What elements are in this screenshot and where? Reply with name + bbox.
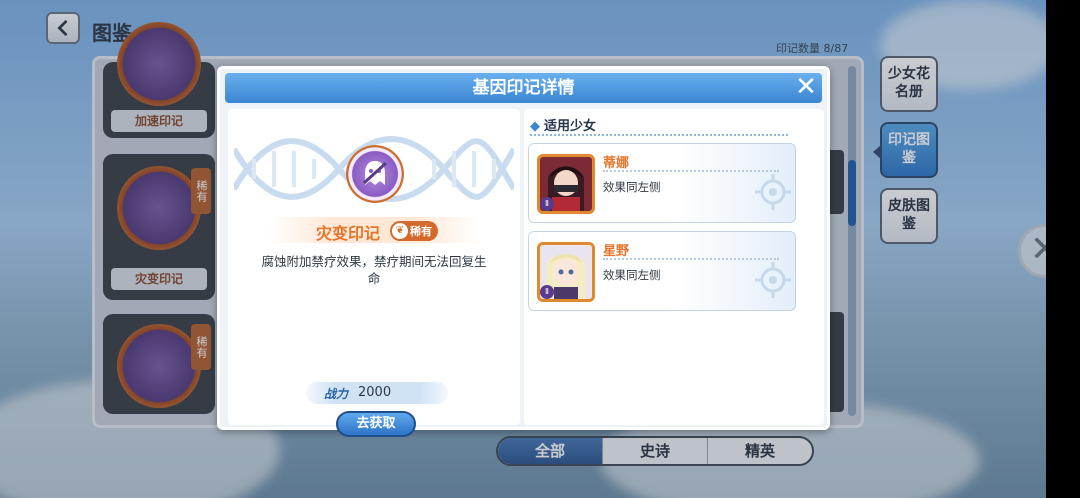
girl-card[interactable]: Ⅱ 蒂娜 效果同左侧 [528, 143, 796, 223]
applicable-girls-pane: ◆ 适用少女 Ⅱ 蒂娜 效果同左侧 Ⅱ 星野 效果同左侧 [524, 109, 824, 425]
mark-description: 腐蚀附加禁疗效果，禁疗期间无法回复生命 [261, 254, 487, 286]
rarity-label: 稀有 [410, 225, 432, 238]
power-value: 2000 [358, 385, 392, 400]
power-label: 战力 [324, 387, 349, 401]
girl-portrait: Ⅱ [537, 242, 595, 302]
girl-effect: 效果同左侧 [603, 180, 661, 194]
gear-deco-icon [755, 262, 791, 298]
level-badge: Ⅱ [540, 197, 554, 211]
girl-name: 星野 [603, 244, 630, 259]
section-title: ◆ 适用少女 [530, 119, 597, 134]
leaf-icon: ❦ [392, 223, 408, 239]
gene-mark-detail-dialog: 基因印记详情 ✕ 灾变印记 ❦ 稀有 腐蚀附加禁疗效果，禁疗期间无法回复生命 战… [217, 66, 830, 437]
diamond-icon: ◆ [530, 119, 540, 134]
gear-deco-icon [755, 174, 791, 210]
mark-name: 灾变印记 [316, 224, 381, 243]
divider [530, 134, 788, 136]
level-badge: Ⅱ [540, 285, 554, 299]
girl-effect: 效果同左侧 [603, 268, 661, 282]
girl-card[interactable]: Ⅱ 星野 效果同左侧 [528, 231, 796, 311]
mark-info-pane: 灾变印记 ❦ 稀有 腐蚀附加禁疗效果，禁疗期间无法回复生命 战力 2000 去获… [228, 109, 520, 437]
obtain-button[interactable]: 去获取 [336, 411, 416, 437]
close-icon[interactable]: ✕ [794, 74, 818, 100]
dialog-title: 基因印记详情 [225, 73, 822, 103]
screen-edge [1046, 0, 1080, 498]
mark-emblem [346, 145, 404, 203]
girl-portrait: Ⅱ [537, 154, 595, 214]
ghost-emblem-icon [362, 161, 388, 185]
rarity-badge: ❦ 稀有 [390, 221, 438, 241]
girl-name: 蒂娜 [603, 156, 630, 171]
